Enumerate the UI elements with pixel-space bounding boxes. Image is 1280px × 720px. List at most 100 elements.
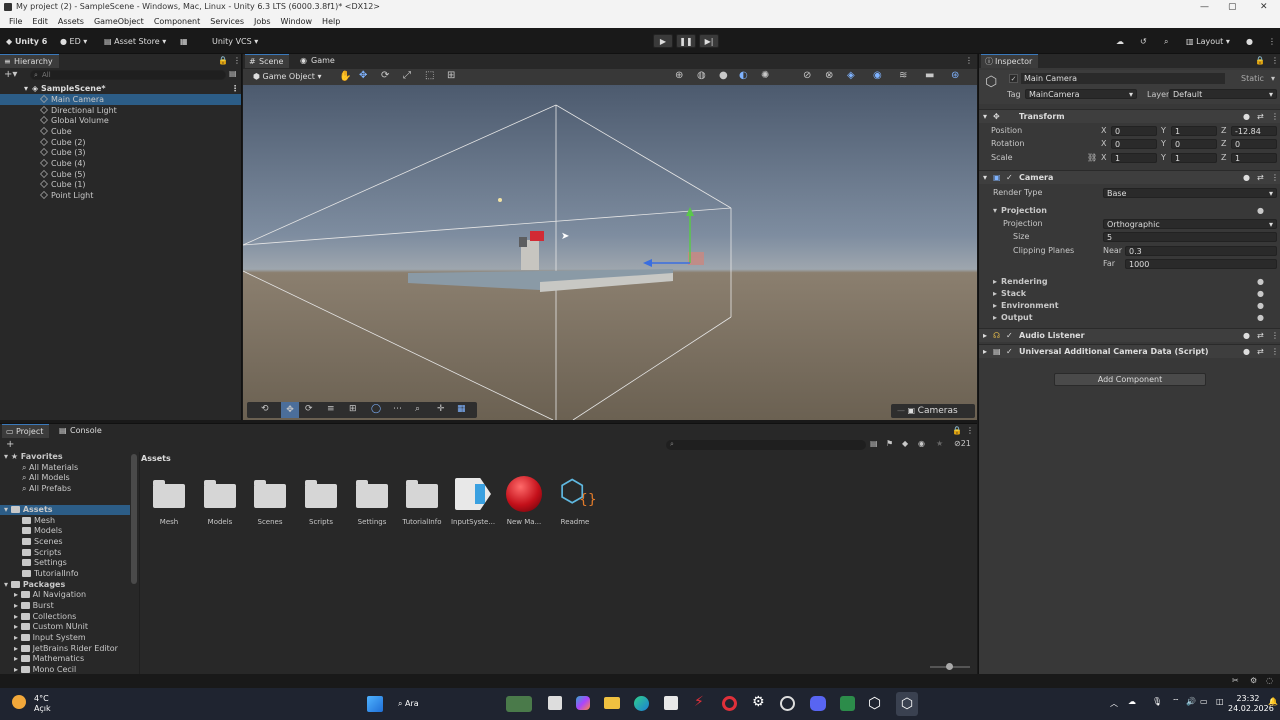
tab-hierarchy[interactable]: ≡ Hierarchy	[0, 54, 59, 68]
account-button[interactable]: ◆ Unity 6	[6, 34, 47, 49]
favorites-row[interactable]: ▾ ★ Favorites	[0, 452, 130, 462]
help-icon[interactable]: ●	[1257, 276, 1264, 288]
kebab-icon[interactable]: ⋮	[1271, 54, 1279, 68]
folder-models[interactable]: Models	[0, 526, 130, 536]
slider-handle[interactable]	[946, 663, 953, 670]
app-tray-icon[interactable]: ◫	[1216, 697, 1224, 706]
tree-scrollbar[interactable]	[131, 454, 137, 584]
unity-hub-icon[interactable]: ⚙	[752, 694, 765, 710]
hierarchy-search-input[interactable]: ⌕ All	[30, 70, 226, 80]
audio-listener-header[interactable]: ▸ ☊ ✓ Audio Listener ● ⇄ ⋮	[979, 328, 1280, 342]
fav-all-models[interactable]: ⌕ All Models	[0, 473, 130, 483]
assets-root-row[interactable]: ▾ Assets	[0, 505, 130, 515]
scene-viewport[interactable]: ➤ ⟲ ✥ ⟳ ≡ ⊞ ◯ ⋯ ⌕ ✛ ▦ — ▣ Cameras	[243, 85, 977, 420]
cloud-services-icon[interactable]: ☁	[1116, 34, 1124, 49]
menu-jobs[interactable]: Jobs	[249, 17, 276, 26]
shading-lit-icon[interactable]: ◐	[739, 70, 748, 81]
hierarchy-item-point-light[interactable]: Point Light	[0, 190, 241, 201]
fav-all-materials[interactable]: ⌕ All Materials	[0, 463, 130, 473]
terminal-icon[interactable]	[840, 696, 855, 711]
hierarchy-item-main-camera[interactable]: Main Camera	[0, 94, 241, 105]
menu-component[interactable]: Component	[149, 17, 205, 26]
zoom-slider[interactable]	[930, 663, 970, 670]
tab-inspector[interactable]: ⓘ Inspector	[981, 54, 1039, 68]
help-icon[interactable]: ●	[1257, 288, 1264, 300]
tab-game[interactable]: ◉ Game	[297, 54, 341, 68]
package-ai-navigation[interactable]: ▸ AI Navigation	[0, 590, 130, 600]
volume-icon[interactable]: 🔊	[1186, 697, 1196, 706]
far-field[interactable]: 1000	[1125, 259, 1277, 269]
menu-help[interactable]: Help	[317, 17, 345, 26]
flash-app-icon[interactable]: ⚡	[694, 694, 704, 710]
hierarchy-item-cube-4[interactable]: Cube (4)	[0, 158, 241, 169]
clock[interactable]: 23:32 24.02.2026	[1228, 694, 1274, 714]
camera-header[interactable]: ▾ ▣ ✓ Camera ● ⇄ ⋮	[979, 170, 1280, 184]
tag-dropdown[interactable]: MainCamera ▾	[1025, 89, 1137, 99]
folder-scenes[interactable]: Scenes	[0, 537, 130, 547]
kebab-icon[interactable]: ⋮	[1271, 329, 1279, 343]
notification-bell-icon[interactable]: 🔔	[1268, 697, 1278, 706]
tab-console[interactable]: ▤ Console	[56, 424, 108, 438]
size-field[interactable]: 5	[1103, 232, 1277, 242]
position-x-field[interactable]: 0	[1111, 126, 1157, 136]
transform-tool-icon[interactable]: ◯	[371, 404, 381, 414]
tray-chevron-icon[interactable]: ︿	[1110, 698, 1118, 709]
task-view-icon[interactable]	[548, 696, 562, 710]
snap-icon[interactable]: ✛	[437, 404, 445, 414]
search-by-type-icon[interactable]: ▤	[870, 439, 878, 448]
menu-window[interactable]: Window	[276, 17, 318, 26]
preset-icon[interactable]: ⇄	[1257, 110, 1264, 124]
menu-assets[interactable]: Assets	[53, 17, 89, 26]
kebab-icon[interactable]: ⋮	[233, 54, 241, 68]
hand-tool-icon[interactable]: ✋	[339, 71, 351, 82]
projection-foldout[interactable]: ▾ Projection ●	[979, 205, 1280, 217]
kebab-icon[interactable]: ⋮	[1271, 345, 1279, 359]
position-y-field[interactable]: 1	[1171, 126, 1217, 136]
history-icon[interactable]: ↺	[1140, 34, 1147, 49]
uacd-header[interactable]: ▸ ▤ ✓ Universal Additional Camera Data (…	[979, 344, 1280, 358]
settings-icon[interactable]: ▦	[180, 34, 188, 49]
chrome-icon[interactable]	[780, 696, 795, 711]
package-burst[interactable]: ▸ Burst	[0, 601, 130, 611]
preset-icon[interactable]: ⇄	[1257, 171, 1264, 185]
store-icon[interactable]	[664, 696, 678, 710]
zoom-icon[interactable]: ⌕	[415, 404, 420, 414]
progress-icon[interactable]: ✂	[1232, 676, 1239, 685]
help-icon[interactable]: ●	[1246, 34, 1253, 49]
tab-project[interactable]: ▭ Project	[2, 424, 50, 438]
wifi-icon[interactable]: ⌔	[1172, 697, 1180, 707]
scale-x-field[interactable]: 1	[1111, 153, 1157, 163]
environment-foldout[interactable]: ▸ Environment ●	[979, 300, 1280, 312]
cameras-overlay[interactable]: — ▣ Cameras	[891, 404, 975, 418]
scale-tool-icon[interactable]: ⤢	[403, 70, 411, 81]
rotate-tool-icon[interactable]: ⟳	[305, 404, 313, 414]
create-button[interactable]: +	[6, 439, 14, 450]
help-icon[interactable]: ●	[1243, 345, 1250, 359]
static-dropdown-icon[interactable]: ▾	[1271, 74, 1275, 83]
move-tool-icon[interactable]: ✥	[281, 402, 299, 418]
camera-enabled-checkbox[interactable]: ✓	[1006, 171, 1013, 185]
shading-solid-icon[interactable]: ●	[719, 70, 728, 81]
debug-icon[interactable]: ⚙	[1250, 676, 1257, 685]
breadcrumb[interactable]: Assets	[141, 454, 171, 463]
audio-toggle-icon[interactable]: ⊗	[825, 70, 833, 81]
scene-root-row[interactable]: ▾ ◈ SampleScene* ⋮	[0, 83, 241, 94]
rotation-z-field[interactable]: 0	[1231, 139, 1277, 149]
add-component-button[interactable]: Add Component	[1054, 373, 1206, 386]
notification-icon[interactable]: ◌	[1266, 676, 1273, 685]
layer-dropdown[interactable]: Default ▾	[1169, 89, 1277, 99]
hierarchy-item-global-volume[interactable]: Global Volume	[0, 115, 241, 126]
edge-icon[interactable]	[634, 696, 649, 711]
preset-icon[interactable]: ⇄	[1257, 329, 1264, 343]
project-search-input[interactable]: ⌕	[666, 440, 866, 450]
layout-button[interactable]: ▥ Layout ▾	[1186, 34, 1230, 49]
pause-button[interactable]: ❚❚	[676, 34, 696, 48]
camera-settings-icon[interactable]: ▬	[925, 70, 934, 81]
eye-icon[interactable]: ◉	[873, 70, 882, 81]
preset-icon[interactable]: ⇄	[1257, 345, 1264, 359]
star-icon[interactable]: ★	[936, 439, 943, 448]
kebab-icon[interactable]: ⋮	[231, 83, 239, 94]
file-explorer-icon[interactable]	[604, 697, 620, 709]
play-button[interactable]: ▶	[653, 34, 673, 48]
folder-tutorialinfo[interactable]: TutorialInfo	[0, 569, 130, 579]
